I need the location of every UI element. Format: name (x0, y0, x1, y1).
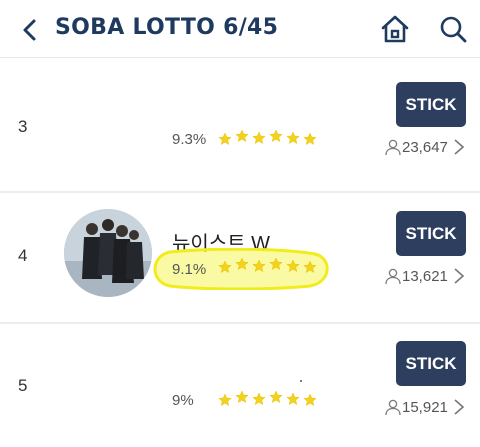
star-rating (218, 257, 317, 273)
app-header: SOBA LOTTO 6/45 (0, 0, 480, 58)
rank-number: 3 (18, 117, 28, 136)
rank-number: 4 (18, 246, 28, 265)
star-icon (235, 129, 249, 142)
list-item: 3 9.3% STICK 23,647 (0, 61, 480, 191)
vote-percent: 9.1% (172, 261, 207, 278)
star-icon (286, 392, 300, 405)
star-icon (269, 257, 283, 270)
chevron-right-icon (454, 268, 464, 284)
voter-count-link[interactable]: 15,921 (384, 397, 470, 417)
chevron-right-icon (454, 139, 464, 155)
avatar (64, 209, 152, 297)
star-icon (286, 259, 300, 272)
page-title: SOBA LOTTO 6/45 (55, 15, 279, 40)
chevron-left-icon[interactable] (14, 14, 46, 46)
star-rating (218, 129, 317, 145)
voter-count: 13,621 (402, 268, 448, 285)
star-icon (303, 393, 317, 406)
star-rating (218, 390, 317, 406)
list-item: 5 9% STICK 15,921 (0, 324, 480, 447)
star-icon (235, 257, 249, 270)
user-icon (385, 139, 401, 156)
home-icon[interactable] (378, 12, 412, 46)
star-icon (218, 260, 232, 273)
stick-button[interactable]: STICK (396, 341, 466, 386)
voter-count: 15,921 (402, 399, 448, 416)
star-icon (303, 260, 317, 273)
star-icon (303, 132, 317, 145)
voter-count-link[interactable]: 13,621 (384, 266, 470, 286)
star-icon (269, 129, 283, 142)
rank-number: 5 (18, 376, 28, 395)
speck (300, 380, 302, 382)
user-icon (385, 399, 401, 416)
star-icon (218, 393, 232, 406)
vote-percent: 9% (172, 392, 194, 409)
stick-button[interactable]: STICK (396, 82, 466, 127)
chevron-right-icon (454, 399, 464, 415)
star-icon (252, 131, 266, 144)
voter-count: 23,647 (402, 139, 448, 156)
list-item: 4 뉴이스트 W 9.1% STICK 13,621 (0, 193, 480, 323)
star-icon (252, 259, 266, 272)
stick-button[interactable]: STICK (396, 211, 466, 256)
star-icon (269, 390, 283, 403)
voter-count-link[interactable]: 23,647 (384, 137, 470, 157)
star-icon (235, 390, 249, 403)
star-icon (218, 132, 232, 145)
star-icon (252, 392, 266, 405)
star-icon (286, 131, 300, 144)
search-icon[interactable] (436, 12, 470, 46)
vote-percent: 9.3% (172, 131, 207, 148)
user-icon (385, 268, 401, 285)
